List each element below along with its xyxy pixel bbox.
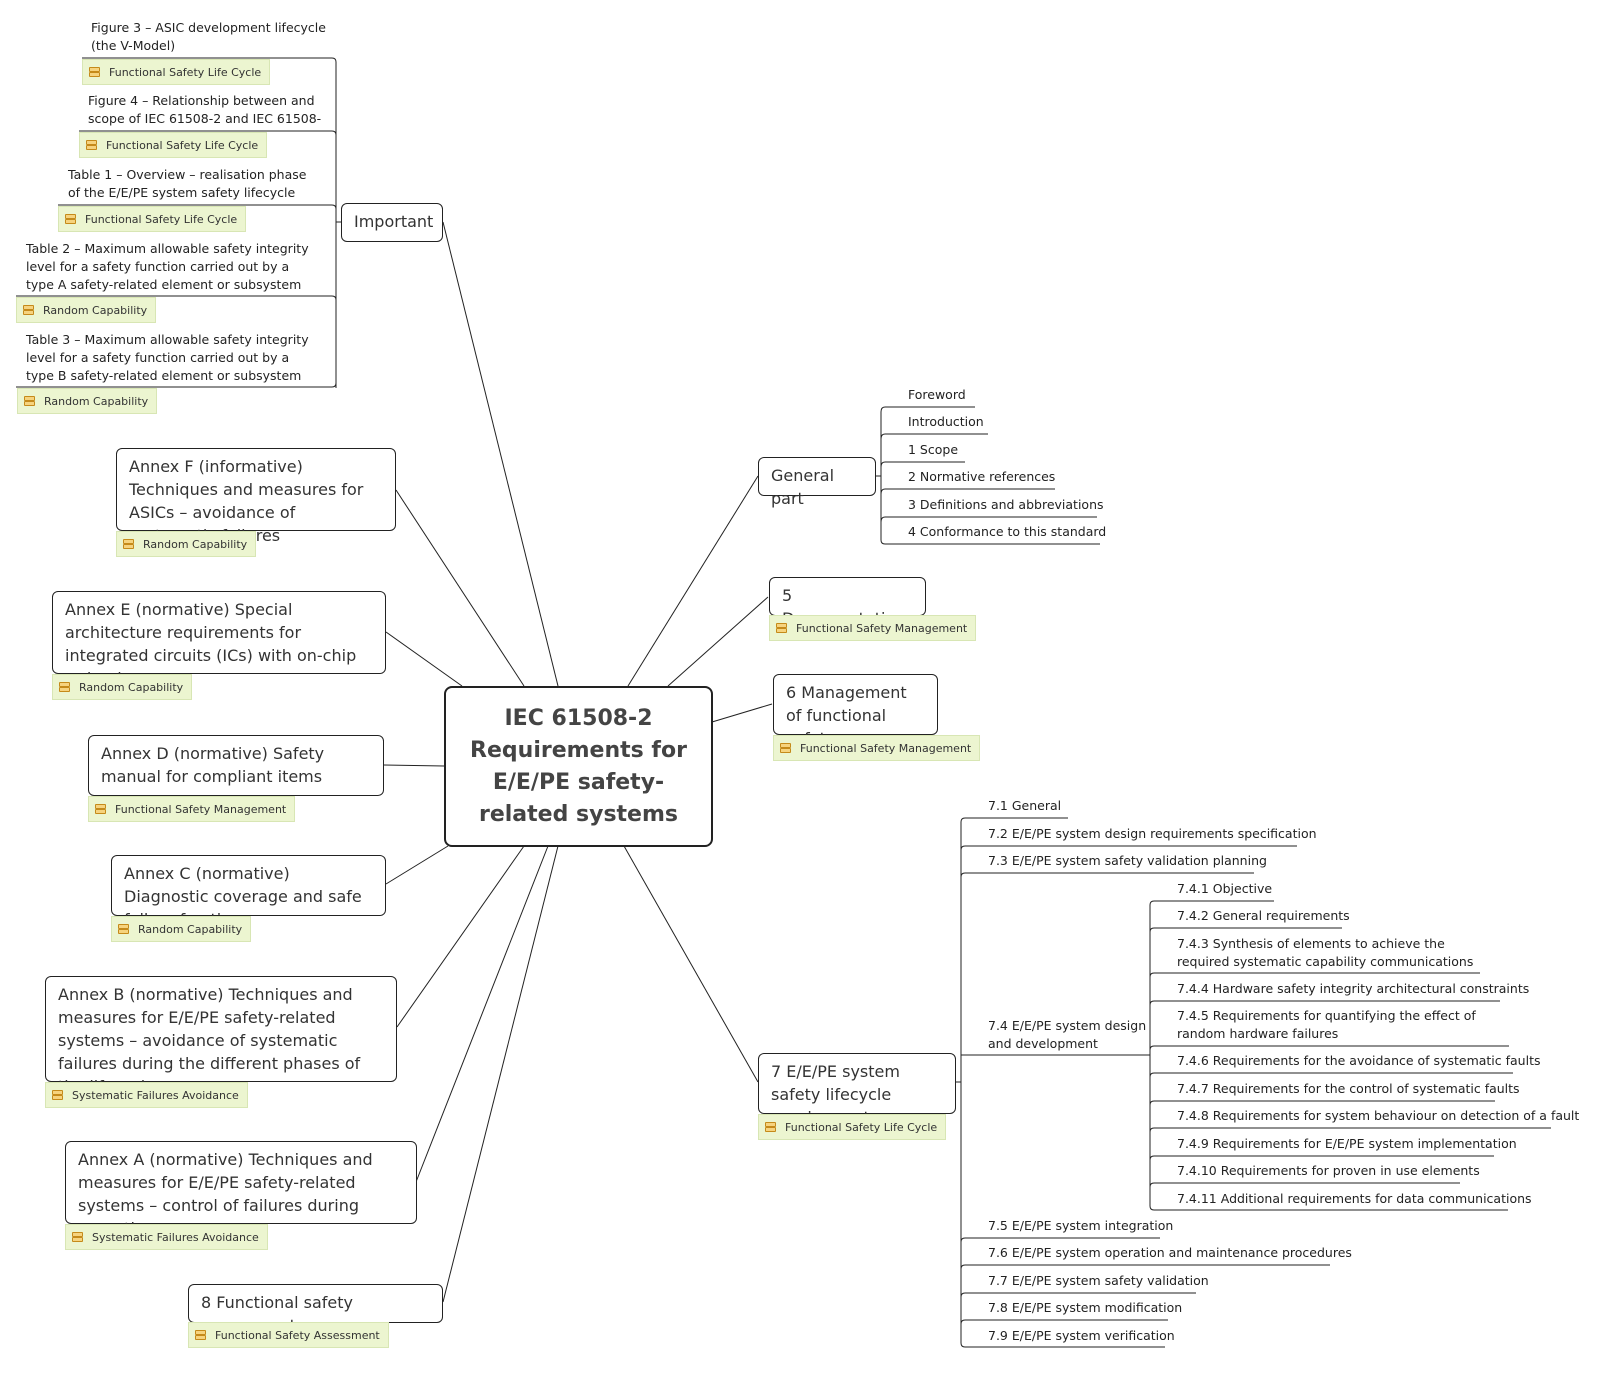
- topic-general-part[interactable]: General part: [758, 457, 876, 508]
- category-marker-icon: [780, 743, 791, 753]
- sec7-item[interactable]: 7.7 E/E/PE system safety validation: [988, 1272, 1209, 1290]
- marker-tag[interactable]: Systematic Failures Avoidance: [45, 1082, 248, 1108]
- category-marker-icon: [123, 539, 134, 549]
- sec7-item[interactable]: 7.6 E/E/PE system operation and maintena…: [988, 1244, 1352, 1262]
- topic-annex-e[interactable]: Annex E (normative) Special architecture…: [52, 591, 386, 688]
- connector-annex-a: [415, 845, 549, 1183]
- important-item-figure3[interactable]: Figure 3 – ASIC development lifecycle (t…: [91, 19, 326, 55]
- central-topic[interactable]: IEC 61508-2 Requirements for E/E/PE safe…: [444, 686, 713, 847]
- general-item[interactable]: 4 Conformance to this standard: [908, 523, 1106, 541]
- sec7-item[interactable]: 7.1 General: [988, 797, 1061, 815]
- general-item[interactable]: 1 Scope: [908, 441, 958, 459]
- general-item[interactable]: 3 Definitions and abbreviations: [908, 496, 1104, 514]
- general-item[interactable]: Introduction: [908, 413, 984, 431]
- topic-important[interactable]: Important: [341, 203, 443, 242]
- category-marker-icon: [776, 623, 787, 633]
- marker-tag[interactable]: Functional Safety Management: [773, 735, 981, 761]
- topic-sec8[interactable]: 8 Functional safety assessment: [188, 1284, 443, 1335]
- sec74-item[interactable]: 7.4.4 Hardware safety integrity architec…: [1177, 980, 1529, 998]
- connector-sec8: [442, 845, 559, 1303]
- sec74-item[interactable]: 7.4.10 Requirements for proven in use el…: [1177, 1162, 1480, 1180]
- connector-sec7: [623, 845, 759, 1083]
- sec74-item[interactable]: 7.4.11 Additional requirements for data …: [1177, 1190, 1532, 1208]
- sec7-item[interactable]: 7.5 E/E/PE system integration: [988, 1217, 1173, 1235]
- marker-tag[interactable]: Random Capability: [16, 297, 157, 323]
- marker-tag[interactable]: Functional Safety Management: [88, 796, 296, 822]
- marker-tag[interactable]: Functional Safety Management: [769, 615, 977, 641]
- marker-tag[interactable]: Systematic Failures Avoidance: [65, 1224, 268, 1250]
- general-item[interactable]: 2 Normative references: [908, 468, 1055, 486]
- sec74-item[interactable]: 7.4.8 Requirements for system behaviour …: [1177, 1107, 1579, 1125]
- category-marker-icon: [195, 1330, 206, 1340]
- sec7-item[interactable]: 7.2 E/E/PE system design requirements sp…: [988, 825, 1317, 843]
- marker-tag[interactable]: Functional Safety Assessment: [188, 1322, 389, 1348]
- category-marker-icon: [72, 1232, 83, 1242]
- category-marker-icon: [24, 396, 35, 406]
- sec74-item[interactable]: 7.4.6 Requirements for the avoidance of …: [1177, 1052, 1541, 1070]
- sec7-item[interactable]: 7.9 E/E/PE system verification: [988, 1327, 1175, 1345]
- sec7-item-7-4[interactable]: 7.4 E/E/PE system design and development: [988, 1017, 1148, 1053]
- sec74-item[interactable]: 7.4.9 Requirements for E/E/PE system imp…: [1177, 1135, 1517, 1153]
- connector-annex-b: [396, 845, 525, 1028]
- sec7-item[interactable]: 7.3 E/E/PE system safety validation plan…: [988, 852, 1267, 870]
- topic-sec5[interactable]: 5 Documentation: [769, 577, 926, 628]
- category-marker-icon: [65, 214, 76, 224]
- connector-annex-c: [385, 845, 449, 885]
- marker-tag[interactable]: Random Capability: [111, 916, 252, 942]
- marker-tag[interactable]: Random Capability: [17, 388, 158, 414]
- connector-annex-e: [385, 631, 463, 687]
- sec74-item[interactable]: 7.4.7 Requirements for the control of sy…: [1177, 1080, 1520, 1098]
- connector-annex-f: [395, 489, 525, 687]
- category-marker-icon: [118, 924, 129, 934]
- topic-annex-a[interactable]: Annex A (normative) Techniques and measu…: [65, 1141, 417, 1238]
- sec74-item[interactable]: 7.4.5 Requirements for quantifying the e…: [1177, 1007, 1507, 1043]
- important-item-table1[interactable]: Table 1 – Overview – realisation phase o…: [68, 166, 313, 202]
- marker-tag[interactable]: Functional Safety Life Cycle: [79, 132, 268, 158]
- category-marker-icon: [23, 305, 34, 315]
- topic-sec6[interactable]: 6 Management of functional safety: [773, 674, 938, 748]
- topic-annex-f[interactable]: Annex F (informative) Techniques and mea…: [116, 448, 396, 545]
- sec7-item[interactable]: 7.8 E/E/PE system modification: [988, 1299, 1182, 1317]
- connector-sec5: [667, 596, 769, 687]
- sec74-item[interactable]: 7.4.2 General requirements: [1177, 907, 1350, 925]
- category-marker-icon: [52, 1090, 63, 1100]
- sec74-item[interactable]: 7.4.1 Objective: [1177, 880, 1272, 898]
- category-marker-icon: [765, 1122, 776, 1132]
- category-marker-icon: [95, 804, 106, 814]
- connector-sec6: [711, 703, 773, 723]
- topic-sec7[interactable]: 7 E/E/PE system safety lifecycle require…: [758, 1053, 956, 1127]
- category-marker-icon: [59, 682, 70, 692]
- connector-general: [627, 475, 759, 687]
- sec74-item[interactable]: 7.4.3 Synthesis of elements to achieve t…: [1177, 935, 1477, 971]
- general-item[interactable]: Foreword: [908, 386, 966, 404]
- marker-tag[interactable]: Functional Safety Life Cycle: [758, 1114, 947, 1140]
- central-topic-title: IEC 61508-2 Requirements for E/E/PE safe…: [470, 705, 687, 827]
- topic-annex-d[interactable]: Annex D (normative) Safety manual for co…: [88, 735, 384, 796]
- topic-annex-b[interactable]: Annex B (normative) Techniques and measu…: [45, 976, 397, 1096]
- important-item-table3[interactable]: Table 3 – Maximum allowable safety integ…: [26, 331, 318, 385]
- topic-annex-c[interactable]: Annex C (normative) Diagnostic coverage …: [111, 855, 386, 929]
- important-item-table2[interactable]: Table 2 – Maximum allowable safety integ…: [26, 240, 318, 294]
- marker-tag[interactable]: Functional Safety Life Cycle: [82, 59, 271, 85]
- connector-important: [442, 221, 559, 687]
- connector-annex-d: [383, 764, 445, 767]
- category-marker-icon: [86, 140, 97, 150]
- marker-tag[interactable]: Functional Safety Life Cycle: [58, 206, 247, 232]
- marker-tag[interactable]: Random Capability: [116, 531, 257, 557]
- category-marker-icon: [89, 67, 100, 77]
- topic-label: Important: [354, 212, 434, 231]
- marker-tag[interactable]: Random Capability: [52, 674, 193, 700]
